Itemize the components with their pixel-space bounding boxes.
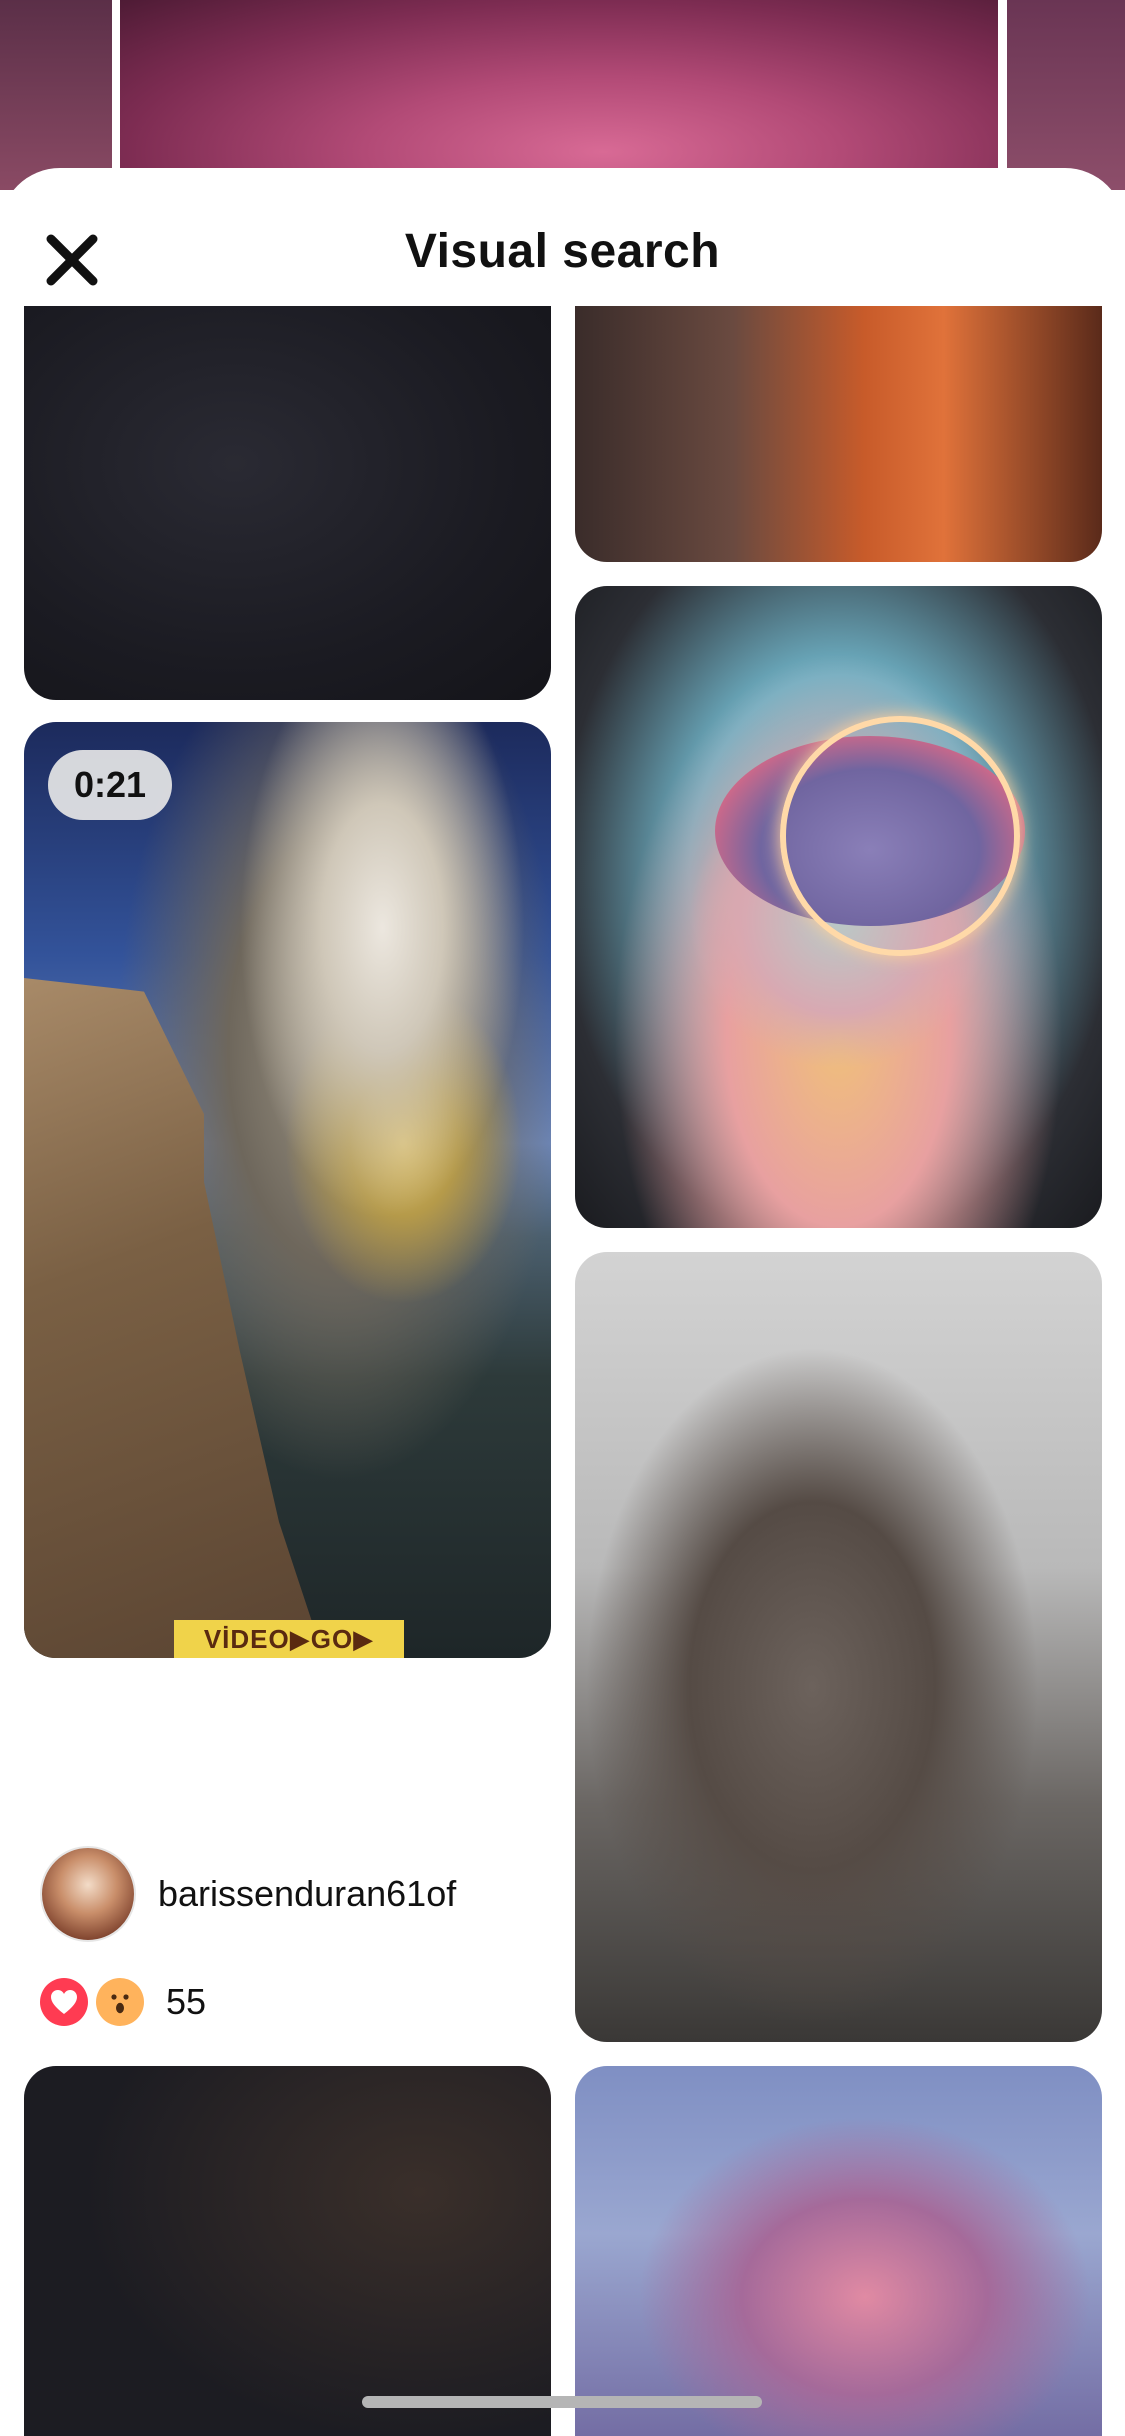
background-pins [0,0,1125,190]
visual-search-screen: Visual search 0:21 VİDEO▶GO▶ barissendur… [0,0,1125,2436]
pin-image[interactable] [24,306,551,700]
wow-reaction-icon [96,1978,144,2026]
pin-author-row[interactable]: barissenduran61of [40,1846,456,1942]
video-watermark: VİDEO▶GO▶ [174,1620,404,1658]
cliff-illustration [24,978,324,1658]
background-pin [1007,0,1125,190]
video-pin[interactable]: 0:21 VİDEO▶GO▶ [24,722,551,1658]
reaction-count: 55 [166,1981,207,2022]
pin-image[interactable] [24,2066,551,2436]
background-pin [120,0,998,190]
home-indicator[interactable] [362,2396,762,2408]
avatar[interactable] [40,1846,136,1942]
glowing-ring-illustration [780,716,1020,956]
pin-reactions[interactable]: 55 [40,1978,206,2026]
pin-image[interactable] [575,1252,1102,2042]
video-duration-badge: 0:21 [48,750,173,820]
heart-icon [51,1990,77,2014]
pin-image[interactable] [575,586,1102,1228]
heart-reaction-icon [40,1978,88,2026]
pin-image[interactable] [575,2066,1102,2436]
page-title: Visual search [404,225,721,278]
pin-image[interactable] [575,306,1102,562]
wow-face-icon [111,1994,129,2014]
background-pin [0,0,112,190]
visual-search-sheet: Visual search 0:21 VİDEO▶GO▶ barissendur… [0,168,1125,2436]
pin-grid: 0:21 VİDEO▶GO▶ barissenduran61of 55 [0,306,1125,2436]
author-name[interactable]: barissenduran61of [158,1873,456,1915]
